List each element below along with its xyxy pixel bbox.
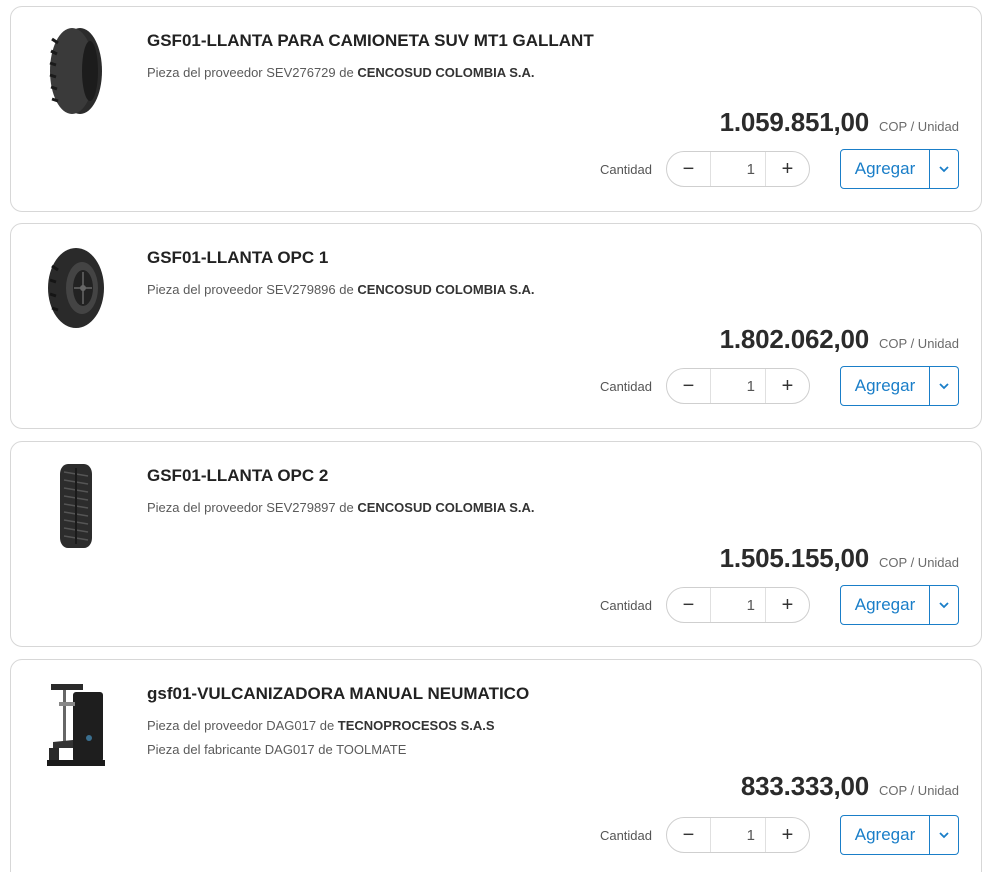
add-options-button[interactable]: [930, 815, 959, 855]
tire-angled-icon[interactable]: [41, 246, 111, 340]
product-card: GSF01-LLANTA PARA CAMIONETA SUV MT1 GALL…: [10, 6, 982, 212]
supplier-prefix: Pieza del proveedor DAG017 de: [147, 718, 338, 733]
price-unit: COP / Unidad: [879, 783, 959, 798]
price-row: 1.802.062,00 COP / Unidad: [720, 324, 959, 355]
quantity-label: Cantidad: [599, 161, 652, 177]
quantity-row: Cantidad − 1 + Agregar: [600, 149, 959, 189]
supplier-info: Pieza del proveedor SEV279896 de CENCOSU…: [147, 282, 535, 297]
supplier-prefix: Pieza del proveedor SEV279896 de: [147, 282, 358, 297]
chevron-down-icon: [939, 601, 949, 608]
price-unit: COP / Unidad: [879, 336, 959, 351]
decrement-button[interactable]: −: [667, 152, 710, 186]
add-button[interactable]: Agregar: [840, 585, 930, 625]
increment-button[interactable]: +: [766, 818, 809, 852]
product-title[interactable]: GSF01-LLANTA PARA CAMIONETA SUV MT1 GALL…: [147, 31, 594, 51]
add-button[interactable]: Agregar: [840, 149, 930, 189]
price-row: 1.505.155,00 COP / Unidad: [720, 543, 959, 574]
quantity-label: Cantidad: [599, 597, 652, 613]
product-card: GSF01-LLANTA OPC 2 Pieza del proveedor S…: [10, 441, 982, 647]
quantity-label: Cantidad: [599, 827, 652, 843]
chevron-down-icon: [939, 382, 949, 389]
chevron-down-icon: [939, 165, 949, 172]
add-split-button: Agregar: [840, 366, 959, 406]
chevron-down-icon: [939, 831, 949, 838]
supplier-name: CENCOSUD COLOMBIA S.A.: [357, 65, 535, 80]
manufacturer-info: Pieza del fabricante DAG017 de TOOLMATE: [147, 742, 407, 757]
add-split-button: Agregar: [840, 815, 959, 855]
quantity-input[interactable]: 1: [710, 818, 766, 852]
quantity-input[interactable]: 1: [710, 152, 766, 186]
product-card: GSF01-LLANTA OPC 1 Pieza del proveedor S…: [10, 223, 982, 429]
quantity-input[interactable]: 1: [710, 369, 766, 403]
quantity-stepper: − 1 +: [666, 151, 810, 187]
price-row: 833.333,00 COP / Unidad: [741, 771, 959, 802]
add-button[interactable]: Agregar: [840, 366, 930, 406]
decrement-button[interactable]: −: [667, 818, 710, 852]
quantity-row: Cantidad − 1 + Agregar: [600, 366, 959, 406]
product-title[interactable]: GSF01-LLANTA OPC 2: [147, 466, 328, 486]
increment-button[interactable]: +: [766, 588, 809, 622]
product-title[interactable]: GSF01-LLANTA OPC 1: [147, 248, 328, 268]
quantity-label: Cantidad: [599, 378, 652, 394]
quantity-stepper: − 1 +: [666, 817, 810, 853]
quantity-stepper: − 1 +: [666, 587, 810, 623]
supplier-info: Pieza del proveedor DAG017 de TECNOPROCE…: [147, 718, 495, 733]
price-row: 1.059.851,00 COP / Unidad: [720, 107, 959, 138]
decrement-button[interactable]: −: [667, 588, 710, 622]
product-title[interactable]: gsf01-VULCANIZADORA MANUAL NEUMATICO: [147, 684, 529, 704]
product-card: gsf01-VULCANIZADORA MANUAL NEUMATICO Pie…: [10, 659, 982, 872]
quantity-row: Cantidad − 1 + Agregar: [600, 585, 959, 625]
supplier-name: TECNOPROCESOS S.A.S: [337, 718, 495, 733]
price-unit: COP / Unidad: [879, 119, 959, 134]
product-price: 1.059.851,00: [719, 107, 870, 137]
price-unit: COP / Unidad: [879, 555, 959, 570]
add-button[interactable]: Agregar: [840, 815, 930, 855]
add-options-button[interactable]: [930, 149, 959, 189]
supplier-info: Pieza del proveedor SEV276729 de CENCOSU…: [147, 65, 535, 80]
add-options-button[interactable]: [930, 585, 959, 625]
increment-button[interactable]: +: [766, 152, 809, 186]
quantity-input[interactable]: 1: [710, 588, 766, 622]
supplier-name: CENCOSUD COLOMBIA S.A.: [357, 500, 535, 515]
decrement-button[interactable]: −: [667, 369, 710, 403]
quantity-row: Cantidad − 1 + Agregar: [600, 815, 959, 855]
tire-tread-icon[interactable]: [41, 462, 111, 556]
add-split-button: Agregar: [840, 149, 959, 189]
vulcanizer-machine-icon[interactable]: [41, 682, 111, 776]
supplier-prefix: Pieza del proveedor SEV279897 de: [147, 500, 358, 515]
add-options-button[interactable]: [930, 366, 959, 406]
tire-side-icon[interactable]: [41, 25, 111, 119]
supplier-info: Pieza del proveedor SEV279897 de CENCOSU…: [147, 500, 535, 515]
product-price: 1.505.155,00: [719, 543, 870, 573]
product-price: 1.802.062,00: [719, 324, 870, 354]
increment-button[interactable]: +: [766, 369, 809, 403]
product-price: 833.333,00: [740, 771, 870, 801]
supplier-name: CENCOSUD COLOMBIA S.A.: [357, 282, 535, 297]
supplier-prefix: Pieza del proveedor SEV276729 de: [147, 65, 358, 80]
quantity-stepper: − 1 +: [666, 368, 810, 404]
add-split-button: Agregar: [840, 585, 959, 625]
